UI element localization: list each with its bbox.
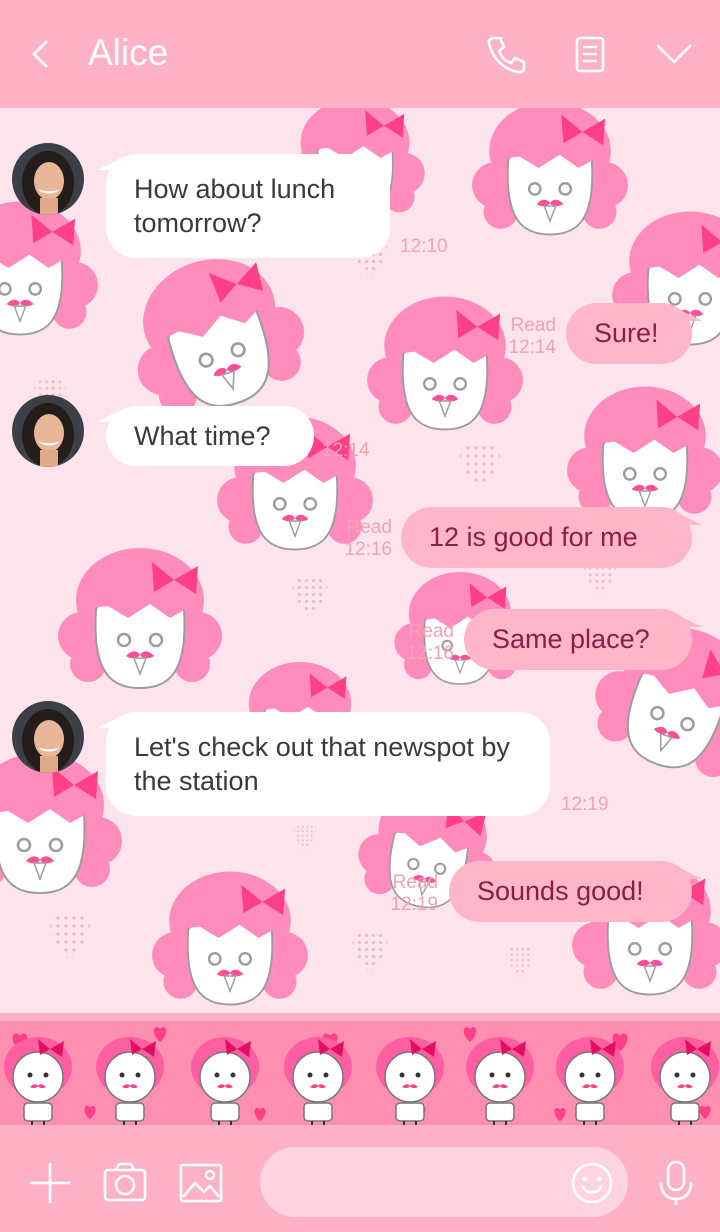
contact-avatar[interactable]	[12, 395, 84, 467]
camera-button[interactable]	[101, 1159, 149, 1207]
microphone-icon	[659, 1160, 693, 1205]
menu-button[interactable]	[652, 32, 696, 76]
time-text: 12:10	[400, 236, 448, 257]
message-text: What time?	[134, 421, 271, 451]
message-time: 12:10	[400, 236, 448, 258]
message-bubble-incoming[interactable]: Let's check out that newspot by the stat…	[97, 712, 550, 816]
time-text: 12:19	[390, 894, 438, 915]
time-text: 12:16	[406, 643, 454, 664]
message-text: 12 is good for me	[429, 522, 638, 552]
message-text: Sounds good!	[477, 876, 644, 906]
contact-avatar[interactable]	[12, 701, 84, 773]
message-meta: Read 12:16	[330, 517, 392, 561]
message-bubble-outgoing[interactable]: 12 is good for me	[401, 507, 702, 568]
notes-icon	[575, 36, 605, 73]
voice-button[interactable]	[652, 1159, 700, 1207]
message-meta: Read 12:14	[500, 315, 556, 359]
message-meta: Read 12:16	[392, 621, 454, 665]
message-text: Let's check out that newspot by the stat…	[134, 732, 510, 796]
time-text: 12:14	[322, 440, 370, 461]
image-icon	[179, 1163, 223, 1203]
message-text: How about lunch tomorrow?	[134, 174, 336, 238]
bubble-tail	[678, 513, 702, 525]
chat-title: Alice	[88, 32, 169, 73]
back-button[interactable]	[24, 34, 60, 74]
message-time: 12:14	[322, 440, 370, 462]
read-status: Read	[408, 621, 454, 642]
time-text: 12:19	[561, 794, 609, 815]
chevron-down-icon	[656, 44, 692, 64]
gallery-button[interactable]	[177, 1159, 225, 1207]
read-status: Read	[392, 872, 438, 893]
emoji-button[interactable]	[570, 1161, 614, 1205]
message-bubble-outgoing[interactable]: Sure!	[566, 303, 702, 364]
contact-avatar[interactable]	[12, 143, 84, 215]
message-bubble-incoming[interactable]: What time?	[97, 406, 314, 466]
notes-button[interactable]	[568, 32, 612, 76]
bubble-tail	[678, 615, 702, 627]
sticker-strip-art	[0, 1013, 720, 1131]
message-meta: Read 12:19	[376, 872, 438, 916]
time-text: 12:14	[508, 337, 556, 358]
phone-icon	[487, 36, 526, 74]
bubble-tail	[678, 309, 702, 321]
read-status: Read	[346, 517, 392, 538]
time-text: 12:16	[344, 539, 392, 560]
sticker-banner	[0, 1013, 720, 1131]
plus-icon	[30, 1163, 70, 1203]
bubble-tail	[97, 410, 121, 422]
message-bubble-incoming[interactable]: How about lunch tomorrow?	[97, 154, 390, 258]
bubble-tail	[678, 867, 702, 879]
smiley-icon	[571, 1162, 613, 1204]
add-button[interactable]	[26, 1159, 74, 1207]
read-status: Read	[510, 315, 556, 336]
avatar-photo	[12, 701, 84, 773]
message-bubble-outgoing[interactable]: Same place?	[464, 609, 702, 670]
avatar-photo	[12, 395, 84, 467]
message-text: Same place?	[492, 624, 650, 654]
call-button[interactable]	[484, 32, 528, 76]
chevron-left-icon	[32, 40, 48, 68]
message-text: Sure!	[594, 318, 659, 348]
bubble-tail	[97, 716, 121, 728]
avatar-photo	[12, 143, 84, 215]
chat-header: Alice	[0, 0, 720, 108]
camera-icon	[103, 1162, 147, 1202]
message-time: 12:19	[561, 794, 609, 816]
bubble-tail	[97, 158, 121, 170]
chat-screen: Alice How about lunch tomorrow? 12:10 Re…	[0, 0, 720, 1232]
message-bubble-outgoing[interactable]: Sounds good!	[449, 861, 702, 922]
